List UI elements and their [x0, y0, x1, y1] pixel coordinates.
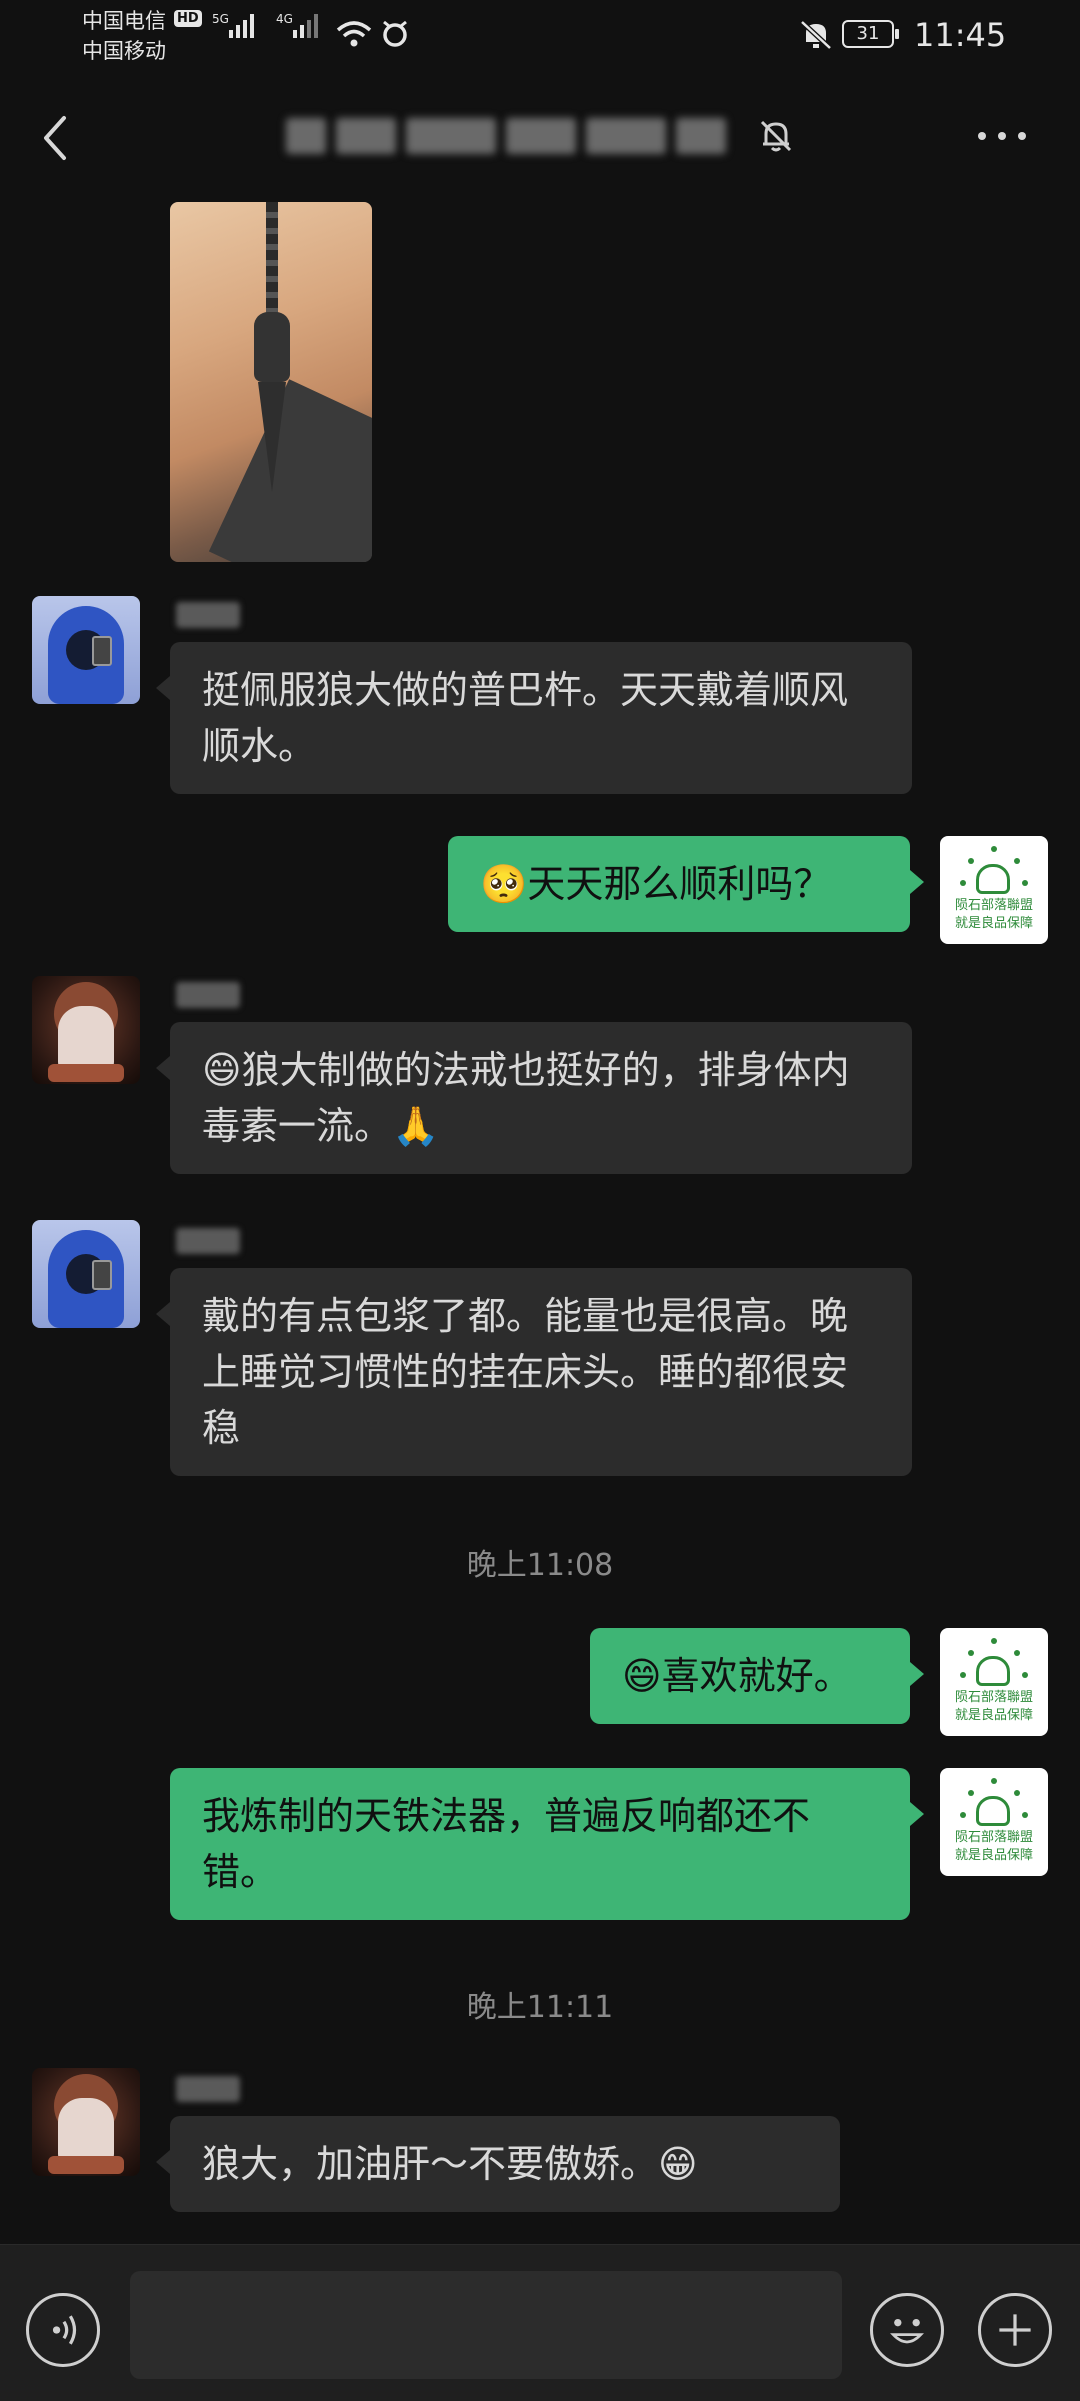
message-bubble-outgoing[interactable]: 我炼制的天铁法器，普遍反响都还不错。 — [170, 1768, 924, 1920]
avatar-self[interactable]: 陨石部落聯盟 就是良品保障 — [940, 1768, 1048, 1876]
self-avatar-line-2: 就是良品保障 — [954, 1848, 1033, 1863]
image-message-vajra-pendant[interactable] — [170, 202, 372, 562]
message-input[interactable] — [130, 2271, 842, 2379]
chat-header — [0, 80, 1080, 192]
battery-icon: 31 — [842, 20, 899, 48]
self-avatar-line-1: 陨石部落聯盟 — [954, 898, 1033, 913]
hd-badge: HD — [174, 10, 202, 27]
wifi-icon — [336, 21, 372, 47]
emoji-button[interactable] — [870, 2293, 944, 2367]
self-avatar-line-1: 陨石部落聯盟 — [954, 1830, 1033, 1845]
message-bubble-incoming[interactable]: 😄狼大制做的法戒也挺好的，排身体内毒素一流。🙏 — [156, 1022, 912, 1174]
signal-5g-icon: 5G — [212, 12, 254, 38]
back-button[interactable] — [30, 108, 90, 168]
sender-name-redacted — [176, 2076, 240, 2102]
avatar-hooded-user[interactable] — [32, 596, 140, 704]
timestamp: 晚上11:08 — [466, 1548, 614, 1583]
message-input-bar — [0, 2244, 1080, 2401]
alarm-icon — [383, 20, 407, 47]
plus-button[interactable] — [978, 2293, 1052, 2367]
message-bubble-incoming[interactable]: 戴的有点包浆了都。能量也是很高。晚上睡觉习惯性的挂在床头。睡的都很安稳 — [156, 1268, 912, 1476]
message-bubble-incoming[interactable]: 挺佩服狼大做的普巴杵。天天戴着顺风顺水。 — [156, 642, 912, 794]
avatar-self[interactable]: 陨石部落聯盟 就是良品保障 — [940, 836, 1048, 944]
more-options-button[interactable] — [972, 116, 1032, 156]
avatar-hooded-user[interactable] — [32, 1220, 140, 1328]
signal-4g-icon: 4G — [276, 12, 318, 38]
self-avatar-line-1: 陨石部落聯盟 — [954, 1690, 1033, 1705]
voice-input-button[interactable] — [26, 2293, 100, 2367]
sender-name-redacted — [176, 1228, 240, 1254]
self-avatar-line-2: 就是良品保障 — [954, 1708, 1033, 1723]
message-bubble-outgoing[interactable]: 🥺天天那么顺利吗？ — [448, 836, 924, 932]
sender-name-redacted — [176, 602, 240, 628]
chat-title-redacted — [280, 108, 740, 164]
carrier-1-label: 中国电信 — [82, 9, 166, 33]
self-avatar-line-2: 就是良品保障 — [954, 916, 1033, 931]
avatar-buddha-user[interactable] — [32, 2068, 140, 2176]
message-bubble-outgoing[interactable]: 😄喜欢就好。 — [590, 1628, 924, 1724]
avatar-buddha-user[interactable] — [32, 976, 140, 1084]
sender-name-redacted — [176, 982, 240, 1008]
bell-off-icon — [760, 120, 792, 152]
message-bubble-incoming[interactable]: 狼大，加油肝～不要傲娇。😁 — [156, 2116, 840, 2212]
mute-notification-icon — [800, 20, 832, 50]
status-bar: 中国电信 HD 中国移动 5G 4G 31 11:45 — [0, 0, 1080, 80]
clock: 11:45 — [914, 16, 1007, 54]
chat-message-list[interactable]: 挺佩服狼大做的普巴杵。天天戴着顺风顺水。 🥺天天那么顺利吗？ 陨石部落聯盟 就是… — [0, 192, 1080, 2244]
avatar-self[interactable]: 陨石部落聯盟 就是良品保障 — [940, 1628, 1048, 1736]
carrier-2-label: 中国移动 — [82, 39, 166, 63]
timestamp: 晚上11:11 — [466, 1990, 614, 2025]
